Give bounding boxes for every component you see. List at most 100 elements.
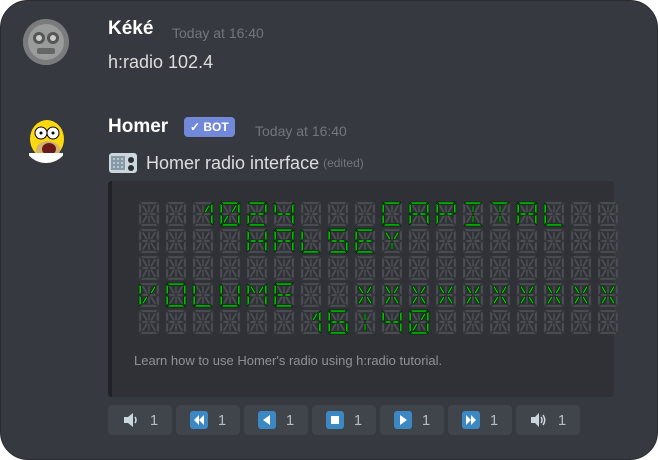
rewind-icon [189, 411, 208, 429]
reaction-count: 1 [353, 411, 363, 429]
lcd-character [352, 228, 379, 255]
reaction-count: 1 [285, 411, 295, 429]
reaction-count: 1 [149, 411, 159, 429]
lcd-character [541, 255, 568, 282]
lcd-character [595, 201, 622, 228]
stop-icon [325, 411, 344, 429]
volume-down-icon [122, 411, 140, 429]
lcd-character [595, 228, 622, 255]
lcd-character [514, 255, 541, 282]
edited-label: (edited) [323, 156, 364, 170]
lcd-character [244, 201, 271, 228]
lcd-character [406, 309, 433, 336]
lcd-character [217, 228, 244, 255]
lcd-character [190, 255, 217, 282]
lcd-character [595, 309, 622, 336]
lcd-row [136, 309, 622, 336]
lcd-character [514, 309, 541, 336]
lcd-character [379, 255, 406, 282]
play-icon [393, 411, 412, 429]
lcd-character [190, 228, 217, 255]
message-timestamp: Today at 16:40 [255, 123, 347, 139]
lcd-character [487, 309, 514, 336]
lcd-character [163, 228, 190, 255]
lcd-character [460, 228, 487, 255]
lcd-character [433, 228, 460, 255]
lcd-character [460, 282, 487, 309]
lcd-character [514, 228, 541, 255]
lcd-character [298, 228, 325, 255]
radio-embed: Learn how to use Homer's radio using h:r… [108, 181, 619, 397]
lcd-row [136, 228, 622, 255]
lcd-character [163, 309, 190, 336]
lcd-character [244, 255, 271, 282]
lcd-character [136, 282, 163, 309]
lcd-character [136, 201, 163, 228]
lcd-character [325, 282, 352, 309]
play-reaction-button[interactable]: 1 [380, 405, 444, 435]
reaction-buttons: 1 1 1 1 1 1 1 [108, 405, 580, 435]
lcd-character [541, 228, 568, 255]
lcd-character [379, 228, 406, 255]
lcd-character [541, 201, 568, 228]
lcd-row [136, 201, 622, 228]
avatar-homer[interactable] [23, 117, 69, 163]
volume-down-reaction-button[interactable]: 1 [108, 405, 172, 435]
author-name[interactable]: Homer [108, 116, 168, 138]
lcd-character [379, 282, 406, 309]
lcd-character [568, 309, 595, 336]
volume-up-reaction-button[interactable]: 1 [516, 405, 580, 435]
lcd-character [163, 282, 190, 309]
lcd-character [325, 201, 352, 228]
previous-icon [257, 411, 276, 429]
avatar-keke[interactable] [23, 19, 69, 65]
lcd-character [433, 309, 460, 336]
lcd-character [460, 309, 487, 336]
lcd-character [352, 309, 379, 336]
lcd-character [136, 228, 163, 255]
rewind-reaction-button[interactable]: 1 [176, 405, 240, 435]
lcd-character [271, 309, 298, 336]
lcd-display [136, 201, 622, 336]
lcd-character [298, 309, 325, 336]
lcd-character [379, 309, 406, 336]
lcd-character [271, 282, 298, 309]
lcd-character [406, 255, 433, 282]
lcd-character [487, 201, 514, 228]
lcd-character [433, 282, 460, 309]
lcd-character [460, 201, 487, 228]
fast-forward-icon [461, 411, 480, 429]
lcd-character [217, 201, 244, 228]
lcd-character [244, 309, 271, 336]
fast-forward-reaction-button[interactable]: 1 [448, 405, 512, 435]
lcd-character [568, 255, 595, 282]
lcd-character [487, 255, 514, 282]
lcd-character [352, 282, 379, 309]
lcd-character [487, 282, 514, 309]
previous-reaction-button[interactable]: 1 [244, 405, 308, 435]
stop-reaction-button[interactable]: 1 [312, 405, 376, 435]
reaction-count: 1 [489, 411, 499, 429]
lcd-character [541, 282, 568, 309]
lcd-character [406, 282, 433, 309]
lcd-character [568, 201, 595, 228]
volume-up-icon [530, 411, 548, 429]
lcd-character [217, 282, 244, 309]
lcd-character [298, 201, 325, 228]
message-text: Homer radio interface [146, 152, 320, 173]
lcd-character [271, 255, 298, 282]
lcd-character [352, 201, 379, 228]
lcd-character [406, 201, 433, 228]
message-content: Homer radio interface (edited) [108, 151, 364, 175]
lcd-character [325, 309, 352, 336]
lcd-character [433, 255, 460, 282]
message-content: h:radio 102.4 [108, 52, 214, 72]
bot-badge: ✓ BOT [184, 117, 235, 137]
lcd-character [433, 201, 460, 228]
lcd-character [325, 228, 352, 255]
chat-window: Kéké Today at 16:40 h:radio 102.4 Homer … [0, 0, 658, 460]
lcd-character [568, 282, 595, 309]
lcd-row [136, 255, 622, 282]
lcd-character [514, 282, 541, 309]
author-name[interactable]: Kéké [108, 18, 153, 40]
